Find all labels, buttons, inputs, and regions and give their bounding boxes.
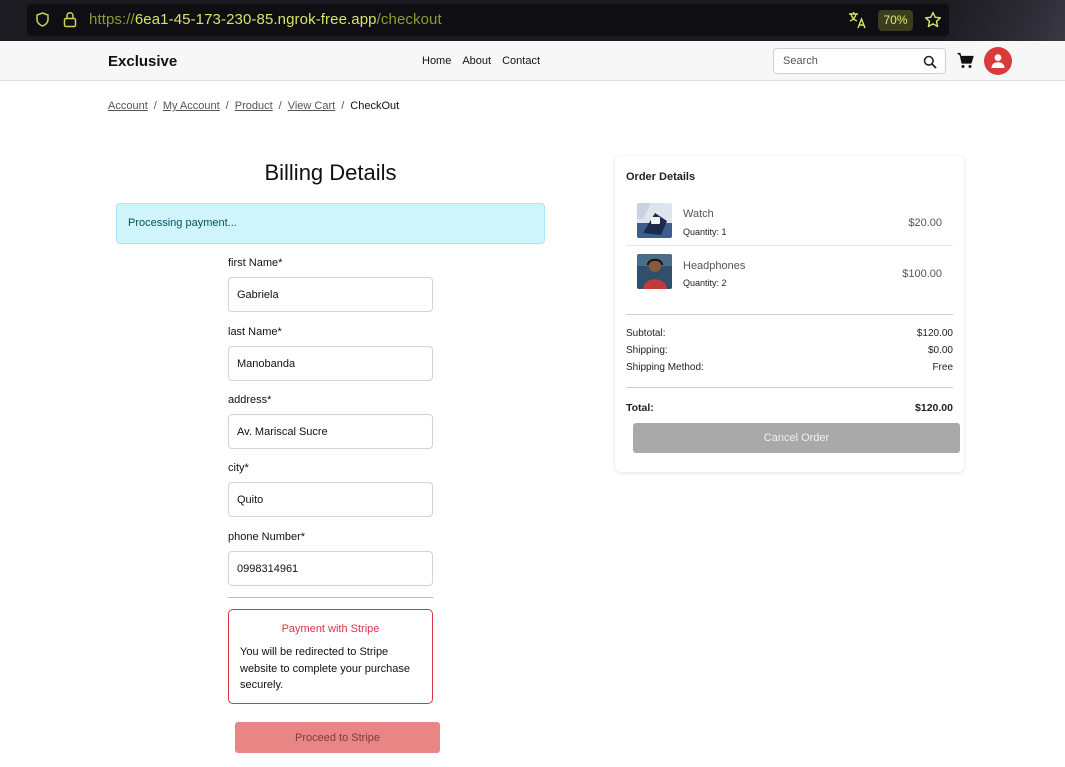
item-quantity: Quantity: 1 — [683, 227, 727, 237]
address-label: address* — [228, 394, 272, 406]
total-divider — [626, 387, 953, 388]
nav-contact[interactable]: Contact — [502, 55, 540, 67]
subtotal-label: Subtotal: — [626, 328, 666, 339]
summary-divider — [626, 314, 953, 315]
phone-label: phone Number* — [228, 531, 306, 543]
total-value: $120.00 — [915, 402, 953, 414]
first-name-input[interactable] — [228, 277, 433, 312]
breadcrumb-account[interactable]: Account — [108, 100, 148, 112]
search-box — [773, 48, 946, 74]
phone-input[interactable] — [228, 551, 433, 586]
item-name: Headphones — [683, 260, 746, 272]
main-nav: Home About Contact — [422, 55, 540, 67]
total-label: Total: — [626, 402, 654, 414]
nav-about[interactable]: About — [462, 55, 491, 67]
breadcrumb-product[interactable]: Product — [235, 100, 273, 112]
breadcrumb-view-cart[interactable]: View Cart — [288, 100, 335, 112]
item-price: $100.00 — [902, 268, 942, 280]
headphones-thumbnail — [637, 254, 672, 289]
star-icon[interactable] — [924, 11, 942, 29]
breadcrumb-my-account[interactable]: My Account — [163, 100, 220, 112]
user-avatar[interactable] — [984, 47, 1012, 75]
shield-icon[interactable] — [36, 12, 49, 27]
search-icon[interactable] — [923, 55, 937, 69]
url-text[interactable]: https://6ea1-45-173-230-85.ngrok-free.ap… — [89, 11, 442, 28]
order-item: Watch Quantity: 1 $20.00 — [626, 196, 953, 246]
order-title: Order Details — [626, 171, 696, 183]
shipping-method-value: Free — [932, 362, 953, 373]
breadcrumb-separator: / — [278, 100, 282, 112]
order-details-card: Order Details Watch Quantity: 1 $20.00 H… — [615, 156, 964, 472]
brand-logo[interactable]: Exclusive — [108, 53, 177, 70]
user-icon — [991, 54, 1005, 68]
translate-icon[interactable] — [848, 11, 867, 29]
url-path: /checkout — [376, 11, 442, 28]
breadcrumb-current: CheckOut — [350, 100, 400, 112]
item-price: $20.00 — [908, 217, 942, 229]
order-item: Headphones Quantity: 2 $100.00 — [626, 247, 953, 297]
url-host: 6ea1-45-173-230-85.ngrok-free.app — [134, 11, 377, 28]
form-divider — [228, 597, 433, 598]
stripe-description: You will be redirected to Stripe website… — [240, 646, 410, 691]
city-label: city* — [228, 462, 249, 474]
first-name-label: first Name* — [228, 257, 283, 269]
stripe-title: Payment with Stripe — [281, 623, 380, 635]
nav-home[interactable]: Home — [422, 55, 451, 67]
item-name: Watch — [683, 208, 714, 220]
browser-toolbar: https://6ea1-45-173-230-85.ngrok-free.ap… — [0, 0, 1065, 41]
subtotal-value: $120.00 — [916, 328, 953, 339]
breadcrumb: Account / My Account / Product / View Ca… — [108, 100, 399, 112]
city-input[interactable] — [228, 482, 433, 517]
cancel-order-button[interactable]: Cancel Order — [633, 423, 960, 453]
watch-thumbnail — [637, 203, 672, 238]
item-quantity: Quantity: 2 — [683, 278, 727, 288]
processing-alert: Processing payment... — [116, 203, 545, 244]
site-header: Exclusive Home About Contact — [0, 41, 1065, 81]
stripe-info-box: Payment with Stripe You will be redirect… — [228, 609, 433, 704]
url-protocol: https:// — [89, 11, 135, 28]
breadcrumb-separator: / — [341, 100, 345, 112]
zoom-level-badge[interactable]: 70% — [878, 10, 913, 31]
address-input[interactable] — [228, 414, 433, 449]
search-input[interactable] — [775, 50, 915, 72]
lock-icon[interactable] — [63, 11, 77, 28]
billing-title: Billing Details — [264, 160, 397, 185]
proceed-to-stripe-button[interactable]: Proceed to Stripe — [235, 722, 440, 753]
cart-icon[interactable] — [957, 52, 974, 69]
shipping-value: $0.00 — [927, 345, 953, 356]
shipping-method-label: Shipping Method: — [626, 362, 704, 373]
last-name-label: last Name* — [228, 326, 282, 338]
breadcrumb-separator: / — [153, 100, 157, 112]
breadcrumb-separator: / — [225, 100, 229, 112]
last-name-input[interactable] — [228, 346, 433, 381]
shipping-label: Shipping: — [626, 345, 668, 356]
